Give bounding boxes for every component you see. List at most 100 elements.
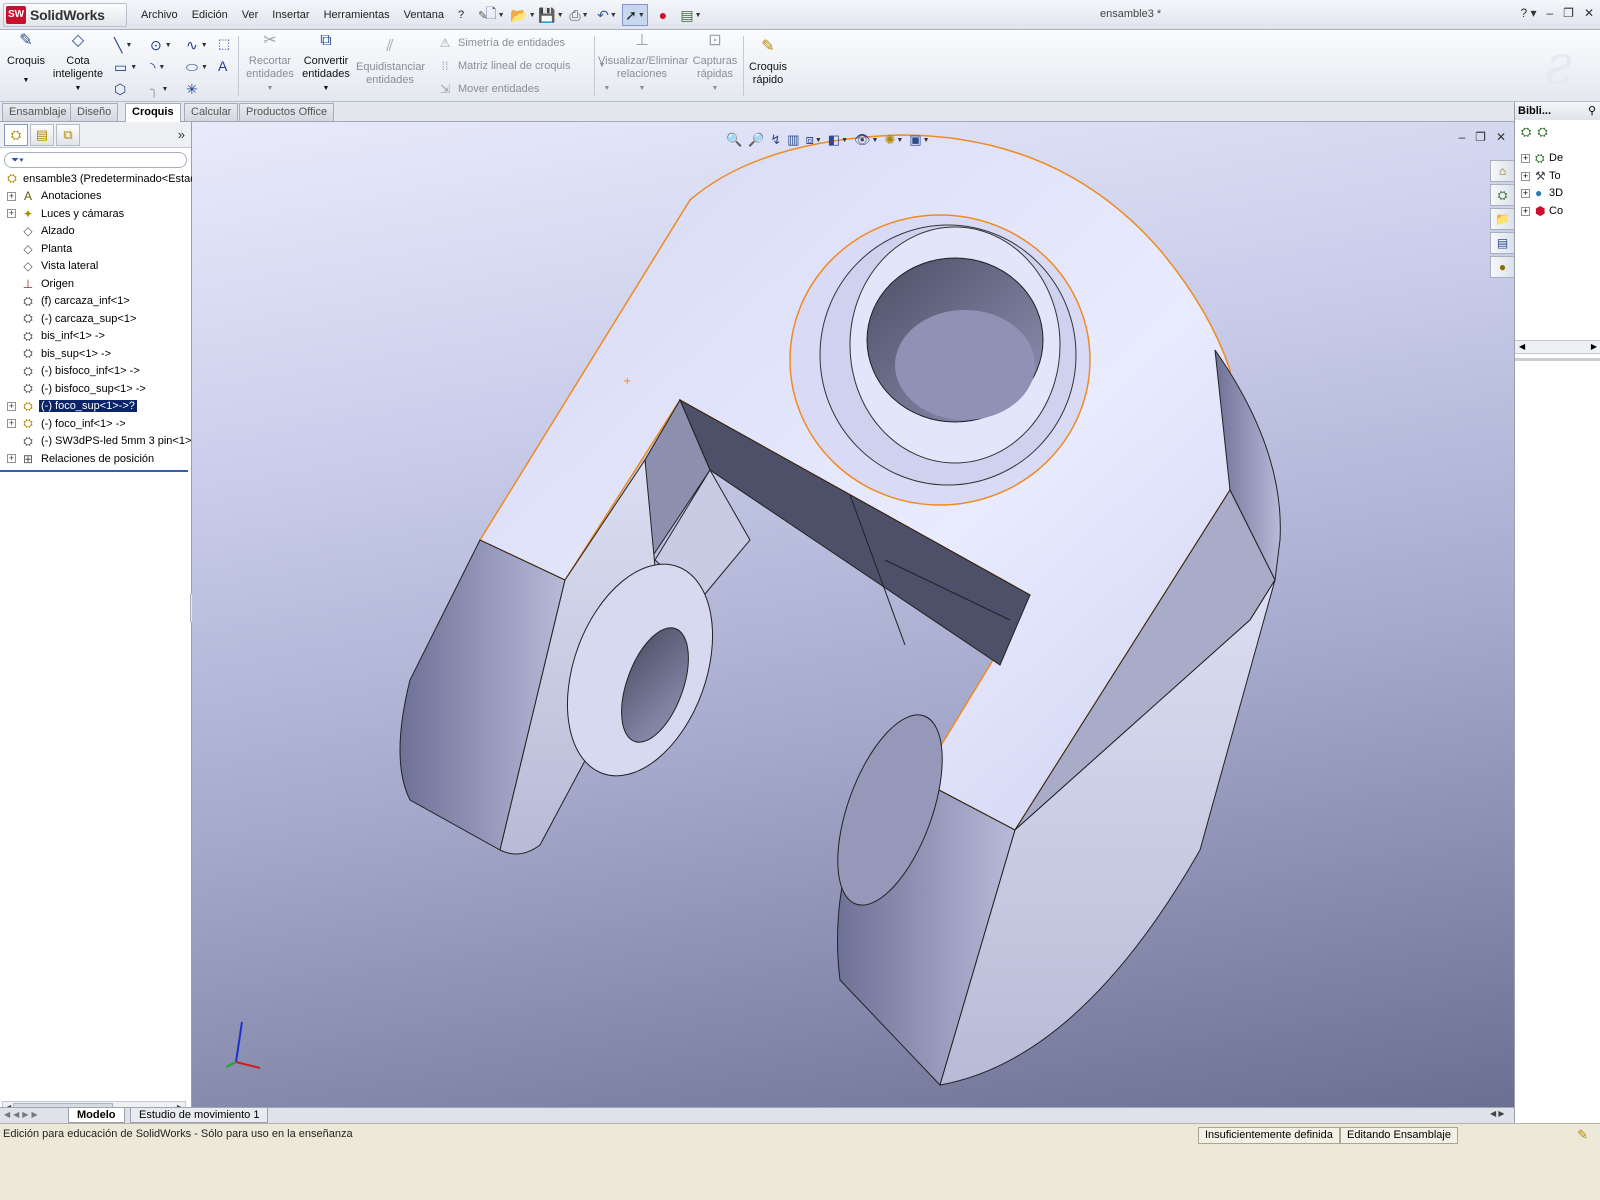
- circle-icon[interactable]: ⊙ ▼: [150, 34, 186, 56]
- expand-icon[interactable]: +: [7, 454, 16, 464]
- close-icon[interactable]: ✕: [1584, 6, 1594, 20]
- fillet-icon[interactable]: ╮ ▼: [150, 78, 186, 100]
- tree-item[interactable]: + A Anotaciones: [0, 188, 191, 206]
- linear-pattern-button[interactable]: ⁞⁞ Matriz lineal de croquis ▼: [438, 57, 610, 74]
- tree-item[interactable]: + ✦ Luces y cámaras: [0, 205, 191, 223]
- tab-croquis[interactable]: Croquis: [125, 103, 181, 122]
- edit-appearance-icon[interactable]: ✺ ▼: [884, 132, 903, 148]
- tab-estudio-movimiento[interactable]: Estudio de movimiento 1: [130, 1108, 269, 1123]
- expand-icon[interactable]: +: [1521, 171, 1530, 181]
- tree-item[interactable]: ⛭ bis_inf<1> ->: [0, 328, 191, 346]
- minimize-icon[interactable]: –: [1546, 6, 1553, 20]
- tabs-scroll-icon[interactable]: ◀ ▶: [1490, 1109, 1512, 1122]
- property-manager-tab-icon[interactable]: ▤: [30, 123, 54, 146]
- tree-item[interactable]: ⛭ (-) carcaza_sup<1>: [0, 310, 191, 328]
- library-item[interactable]: + ● 3D: [1515, 185, 1600, 203]
- ellipse-icon[interactable]: ⬭ ▼: [186, 56, 222, 78]
- move-entities-button[interactable]: ⇲ Mover entidades ▼: [438, 80, 610, 97]
- menu-ventana[interactable]: Ventana: [397, 9, 451, 21]
- app-logo[interactable]: SW SolidWorks: [3, 3, 127, 27]
- point-icon[interactable]: ✳: [186, 78, 222, 100]
- tree-item[interactable]: ◇ Vista lateral: [0, 258, 191, 276]
- hide-show-items-icon[interactable]: 👁 ▼: [854, 132, 878, 148]
- zoom-to-fit-icon[interactable]: 🔍: [726, 132, 742, 148]
- tab-calcular[interactable]: Calcular: [184, 103, 239, 121]
- view-settings-icon[interactable]: ▣ ▼: [909, 132, 929, 148]
- tab-navigation-icon[interactable]: ◀◀▶▶: [4, 1110, 41, 1119]
- tab-diseno[interactable]: Diseño: [70, 103, 119, 121]
- polygon-icon[interactable]: ⬡: [114, 78, 150, 100]
- open-folder-icon[interactable]: 📂 ▼: [510, 4, 536, 26]
- options-icon[interactable]: ▤ ▼: [678, 4, 704, 26]
- pin-icon[interactable]: ⚲: [1588, 102, 1596, 120]
- tooltip-help-icon[interactable]: ✎: [1577, 1127, 1588, 1143]
- scroll-right-icon[interactable]: ▶: [1591, 342, 1597, 351]
- section-view-icon[interactable]: ▥: [787, 132, 799, 148]
- expand-icon[interactable]: +: [1521, 189, 1530, 198]
- add-file-location-icon[interactable]: ⛭: [1537, 124, 1547, 140]
- tab-modelo[interactable]: Modelo: [68, 1108, 125, 1123]
- tree-item[interactable]: + ⛭ (-) foco_sup<1>->?: [0, 398, 191, 416]
- menu-help[interactable]: ?: [451, 9, 471, 21]
- tree-item[interactable]: ⛭ bis_sup<1> ->: [0, 345, 191, 363]
- tree-item[interactable]: ⛭ (f) carcaza_inf<1>: [0, 293, 191, 311]
- add-to-library-icon[interactable]: ⛭: [1521, 124, 1531, 140]
- new-document-icon[interactable]: 🗋 ▼: [482, 4, 508, 26]
- configuration-manager-tab-icon[interactable]: ⧉: [56, 123, 80, 146]
- tree-root[interactable]: ⛭ ensamble3 (Predeterminado<Estado de vi…: [0, 170, 303, 188]
- home-icon[interactable]: ⌂: [1490, 160, 1514, 182]
- line-icon[interactable]: ╲ ▼: [114, 34, 150, 56]
- previous-view-icon[interactable]: ↯: [770, 132, 781, 148]
- tree-item[interactable]: ⛭ (-) bisfoco_inf<1> ->: [0, 363, 191, 381]
- tree-filter[interactable]: ⏷▾: [4, 152, 187, 168]
- help-icon[interactable]: ? ▾: [1520, 6, 1536, 20]
- view-palette-icon[interactable]: ▤: [1490, 232, 1514, 254]
- tab-productos-office[interactable]: Productos Office: [239, 103, 335, 121]
- viewport-restore-icon[interactable]: ❐: [1475, 130, 1486, 144]
- spline-icon[interactable]: ∿ ▼: [186, 34, 222, 56]
- expand-icon[interactable]: +: [1521, 154, 1530, 163]
- expand-icon[interactable]: +: [7, 209, 16, 219]
- arc-icon[interactable]: ◝ ▼: [150, 56, 186, 78]
- tree-item[interactable]: + ⊞ Relaciones de posición: [0, 450, 191, 468]
- offset-entities-button[interactable]: ⫽ Equidistanciar entidades: [356, 39, 425, 87]
- graphics-area[interactable]: + 🔍 🔎 ↯ ▥ ⧈ ▼ ◧ ▼ 👁 ▼ ✺ ▼ ▣ ▼ – ❐ ✕ ⌂ ⛭ 📁 ▤ ●: [192, 122, 1514, 1107]
- croquis-button[interactable]: ✎ Croquis ▼: [6, 33, 46, 87]
- tree-item[interactable]: ◇ Planta: [0, 240, 191, 258]
- menu-archivo[interactable]: Archivo: [134, 9, 185, 21]
- restore-icon[interactable]: ❐: [1563, 6, 1574, 20]
- trim-entities-button[interactable]: ✂ Recortar entidades ▼: [244, 33, 296, 95]
- menu-ver[interactable]: Ver: [235, 9, 266, 21]
- task-pane-scrollbar[interactable]: ◀ ▶: [1515, 340, 1600, 354]
- view-orientation-icon[interactable]: ⧈ ▼: [806, 132, 822, 148]
- display-relations-button[interactable]: ⊥ Visualizar/Eliminar relaciones ▼: [598, 33, 688, 95]
- tree-item[interactable]: + ⛭ (-) foco_inf<1> ->: [0, 415, 191, 433]
- appearances-icon[interactable]: ●: [1490, 256, 1514, 278]
- viewport-close-icon[interactable]: ✕: [1496, 130, 1506, 144]
- mirror-entities-button[interactable]: ⚠ Simetría de entidades: [438, 34, 610, 51]
- 3d-model-view[interactable]: +: [192, 122, 1514, 1107]
- rapid-sketch-button[interactable]: ✎ Croquis rápido: [746, 39, 790, 87]
- scroll-left-icon[interactable]: ◀: [1519, 342, 1525, 351]
- library-item[interactable]: + ⚒ To: [1515, 168, 1600, 186]
- rectangle-icon[interactable]: ▭ ▼: [114, 56, 150, 78]
- zoom-area-icon[interactable]: 🔎: [748, 132, 764, 148]
- construction-geometry-icon[interactable]: ⬚: [218, 36, 230, 52]
- text-icon[interactable]: A: [218, 58, 227, 74]
- expand-panel-icon[interactable]: »: [178, 127, 185, 142]
- save-icon[interactable]: 💾 ▼: [538, 4, 564, 26]
- expand-icon[interactable]: +: [7, 419, 16, 429]
- menu-herramientas[interactable]: Herramientas: [317, 9, 397, 21]
- menu-edicion[interactable]: Edición: [185, 9, 235, 21]
- file-explorer-icon[interactable]: 📁: [1490, 208, 1514, 230]
- expand-icon[interactable]: +: [7, 401, 16, 411]
- undo-icon[interactable]: ↶ ▼: [594, 4, 620, 26]
- print-icon[interactable]: ⎙ ▼: [566, 4, 592, 26]
- display-style-icon[interactable]: ◧ ▼: [828, 132, 848, 148]
- library-item[interactable]: + ⛭ De: [1515, 150, 1600, 168]
- library-item[interactable]: + ⬢ Co: [1515, 203, 1600, 221]
- tree-item[interactable]: ⊥ Origen: [0, 275, 191, 293]
- expand-icon[interactable]: +: [7, 191, 16, 201]
- tree-item[interactable]: ⛭ (-) SW3dPS-led 5mm 3 pin<1>: [0, 433, 191, 451]
- expand-icon[interactable]: +: [1521, 206, 1530, 216]
